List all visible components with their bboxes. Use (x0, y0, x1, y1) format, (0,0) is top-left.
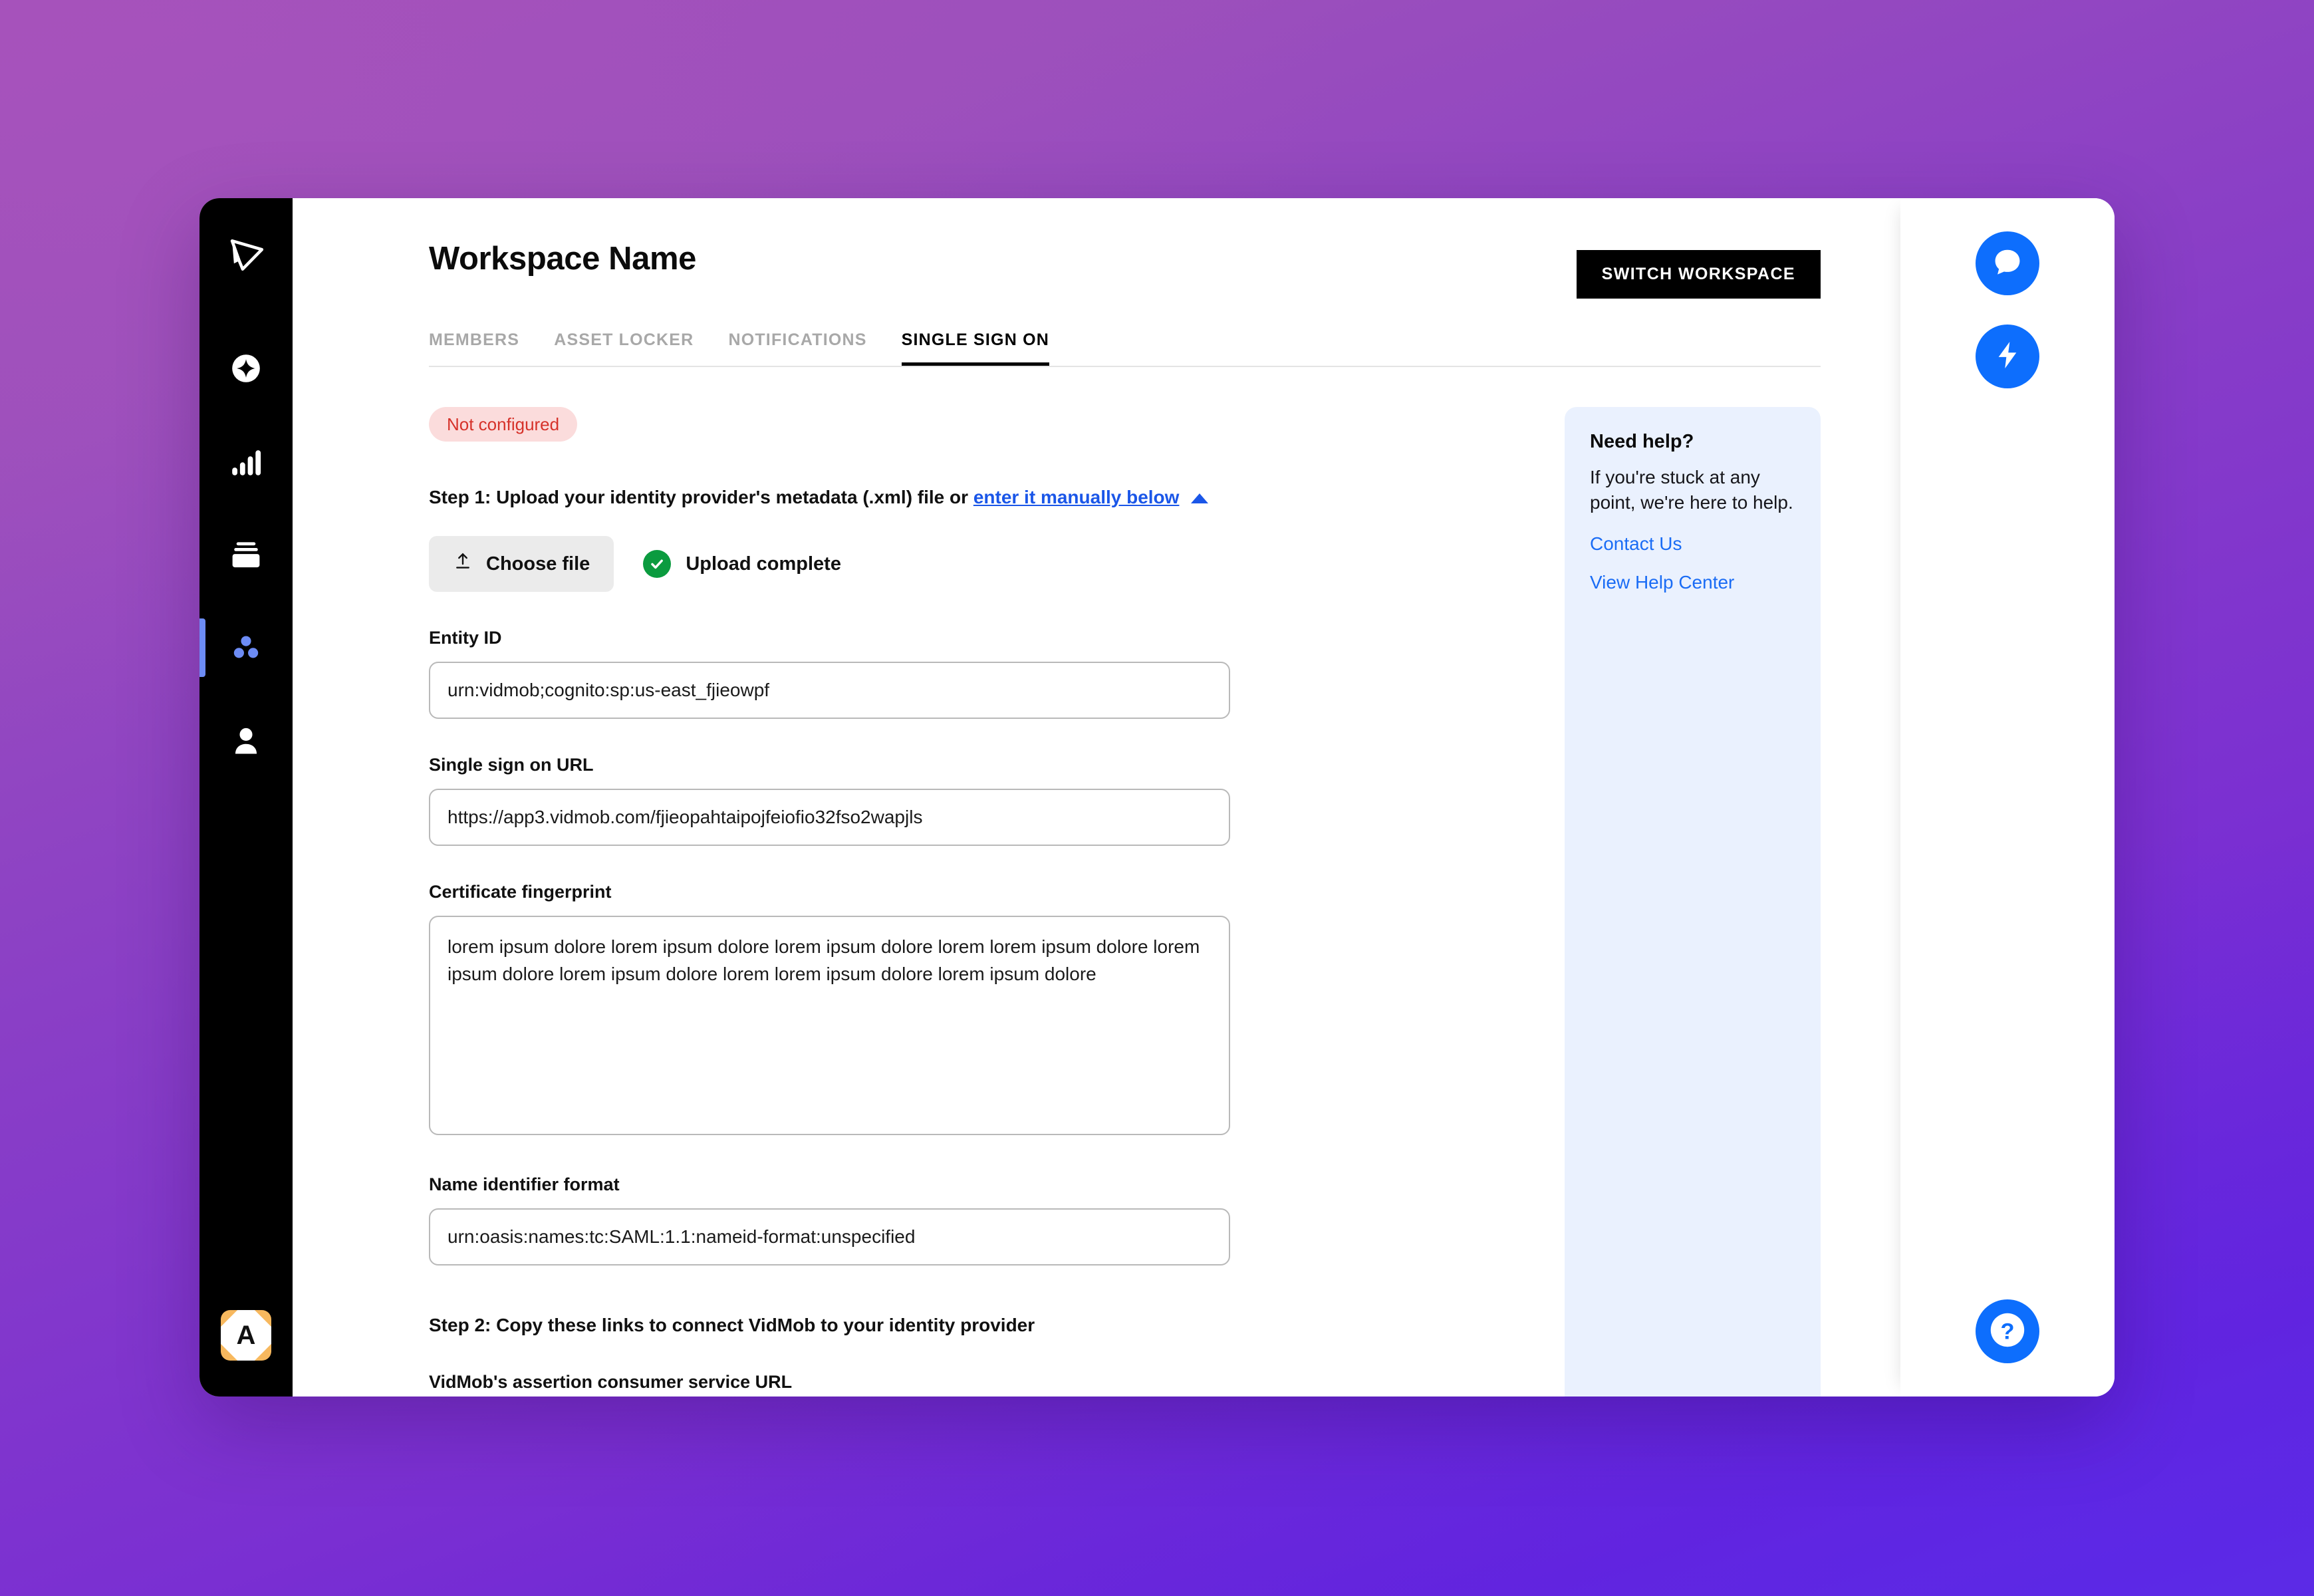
tab-bar-divider (429, 366, 1821, 367)
avatar[interactable]: A (221, 1310, 271, 1361)
check-circle-icon (643, 550, 672, 579)
field-acs-url: VidMob's assertion consumer service URL (429, 1372, 1230, 1396)
avatar-letter: A (236, 1321, 256, 1350)
contact-us-link[interactable]: Contact Us (1590, 533, 1795, 555)
right-rail: ? (1900, 198, 2115, 1396)
single-sign-on-url-input[interactable] (429, 789, 1230, 847)
content-area: Not configured Step 1: Upload your ident… (293, 407, 1900, 1396)
svg-text:?: ? (2000, 1319, 2014, 1344)
single-sign-on-url-label: Single sign on URL (429, 755, 594, 775)
sparkle-circle-icon (225, 348, 267, 389)
sidebar-avatar-slot[interactable]: A (221, 1310, 271, 1361)
help-card-title: Need help? (1590, 431, 1694, 452)
page-title: Workspace Name (429, 241, 697, 277)
acs-url-label: VidMob's assertion consumer service URL (429, 1372, 793, 1393)
right-rail-top-group (1976, 231, 2039, 388)
upload-row: Choose file Upload complete (429, 536, 1230, 593)
name-identifier-format-input[interactable] (429, 1208, 1230, 1266)
status-badge: Not configured (429, 407, 578, 442)
step1-text: Step 1: Upload your identity provider's … (429, 485, 1209, 509)
enter-manually-link[interactable]: enter it manually below (973, 487, 1180, 507)
right-rail-bottom-group: ? (1976, 1299, 2039, 1363)
lightning-bolt-icon (1991, 338, 2024, 375)
caret-up-icon[interactable] (1191, 493, 1209, 503)
sidebar-nav (199, 322, 293, 787)
shortcuts-button[interactable] (1976, 325, 2039, 388)
sidebar-item-account[interactable] (199, 694, 293, 787)
upload-status-label: Upload complete (686, 553, 841, 575)
tab-single-sign-on[interactable]: SINGLE SIGN ON (901, 331, 1050, 367)
field-name-identifier-format: Name identifier format (429, 1174, 1230, 1266)
help-button[interactable]: ? (1976, 1299, 2039, 1363)
sidebar-item-workspace[interactable] (199, 601, 293, 694)
tab-asset-locker[interactable]: ASSET LOCKER (554, 331, 694, 367)
step2-heading: Step 2: Copy these links to connect VidM… (429, 1315, 1035, 1336)
upload-arrow-icon (453, 551, 473, 577)
page-header: Workspace Name SWITCH WORKSPACE (293, 198, 1900, 299)
vidmob-cursor-logo-icon[interactable] (222, 233, 270, 281)
main-scroll-region[interactable]: Workspace Name SWITCH WORKSPACE MEMBERS … (293, 198, 1900, 1396)
field-entity-id: Entity ID (429, 628, 1230, 720)
sidebar-item-library[interactable] (199, 508, 293, 601)
bar-chart-icon (225, 441, 267, 482)
app-window: A Workspace Name SWITCH WORKSPACE MEMBER… (199, 198, 2115, 1396)
layers-icon (225, 534, 267, 575)
person-icon (225, 720, 267, 761)
question-mark-icon: ? (1976, 1298, 2039, 1365)
tab-members[interactable]: MEMBERS (429, 331, 519, 367)
chat-bubble-icon (1989, 243, 2026, 284)
help-card-body: If you're stuck at any point, we're here… (1590, 467, 1793, 513)
need-help-card: Need help? If you're stuck at any point,… (1565, 407, 1821, 1396)
field-certificate-fingerprint: Certificate fingerprint lorem ipsum dolo… (429, 882, 1230, 1138)
sidebar-item-create[interactable] (199, 322, 293, 415)
tab-bar: MEMBERS ASSET LOCKER NOTIFICATIONS SINGL… (293, 331, 1900, 367)
entity-id-input[interactable] (429, 662, 1230, 720)
name-identifier-format-label: Name identifier format (429, 1174, 620, 1195)
view-help-center-link[interactable]: View Help Center (1590, 572, 1795, 593)
switch-workspace-button[interactable]: SWITCH WORKSPACE (1576, 250, 1821, 299)
tab-notifications[interactable]: NOTIFICATIONS (728, 331, 866, 367)
chat-button[interactable] (1976, 231, 2039, 295)
choose-file-button[interactable]: Choose file (429, 536, 614, 593)
three-dots-cluster-icon (225, 627, 267, 668)
choose-file-label: Choose file (486, 553, 590, 575)
certificate-fingerprint-textarea[interactable]: lorem ipsum dolore lorem ipsum dolore lo… (429, 916, 1230, 1136)
step1-text-prefix: Step 1: Upload your identity provider's … (429, 487, 973, 507)
side-column: Need help? If you're stuck at any point,… (1230, 407, 1821, 1396)
main-content: Workspace Name SWITCH WORKSPACE MEMBERS … (293, 198, 1900, 1396)
left-sidebar: A (199, 198, 293, 1396)
field-single-sign-on-url: Single sign on URL (429, 755, 1230, 847)
certificate-fingerprint-label: Certificate fingerprint (429, 882, 612, 902)
sidebar-item-analytics[interactable] (199, 415, 293, 508)
step1-heading: Step 1: Upload your identity provider's … (429, 485, 1230, 509)
upload-status: Upload complete (643, 550, 841, 579)
sso-form: Not configured Step 1: Upload your ident… (429, 407, 1230, 1396)
entity-id-label: Entity ID (429, 628, 502, 648)
